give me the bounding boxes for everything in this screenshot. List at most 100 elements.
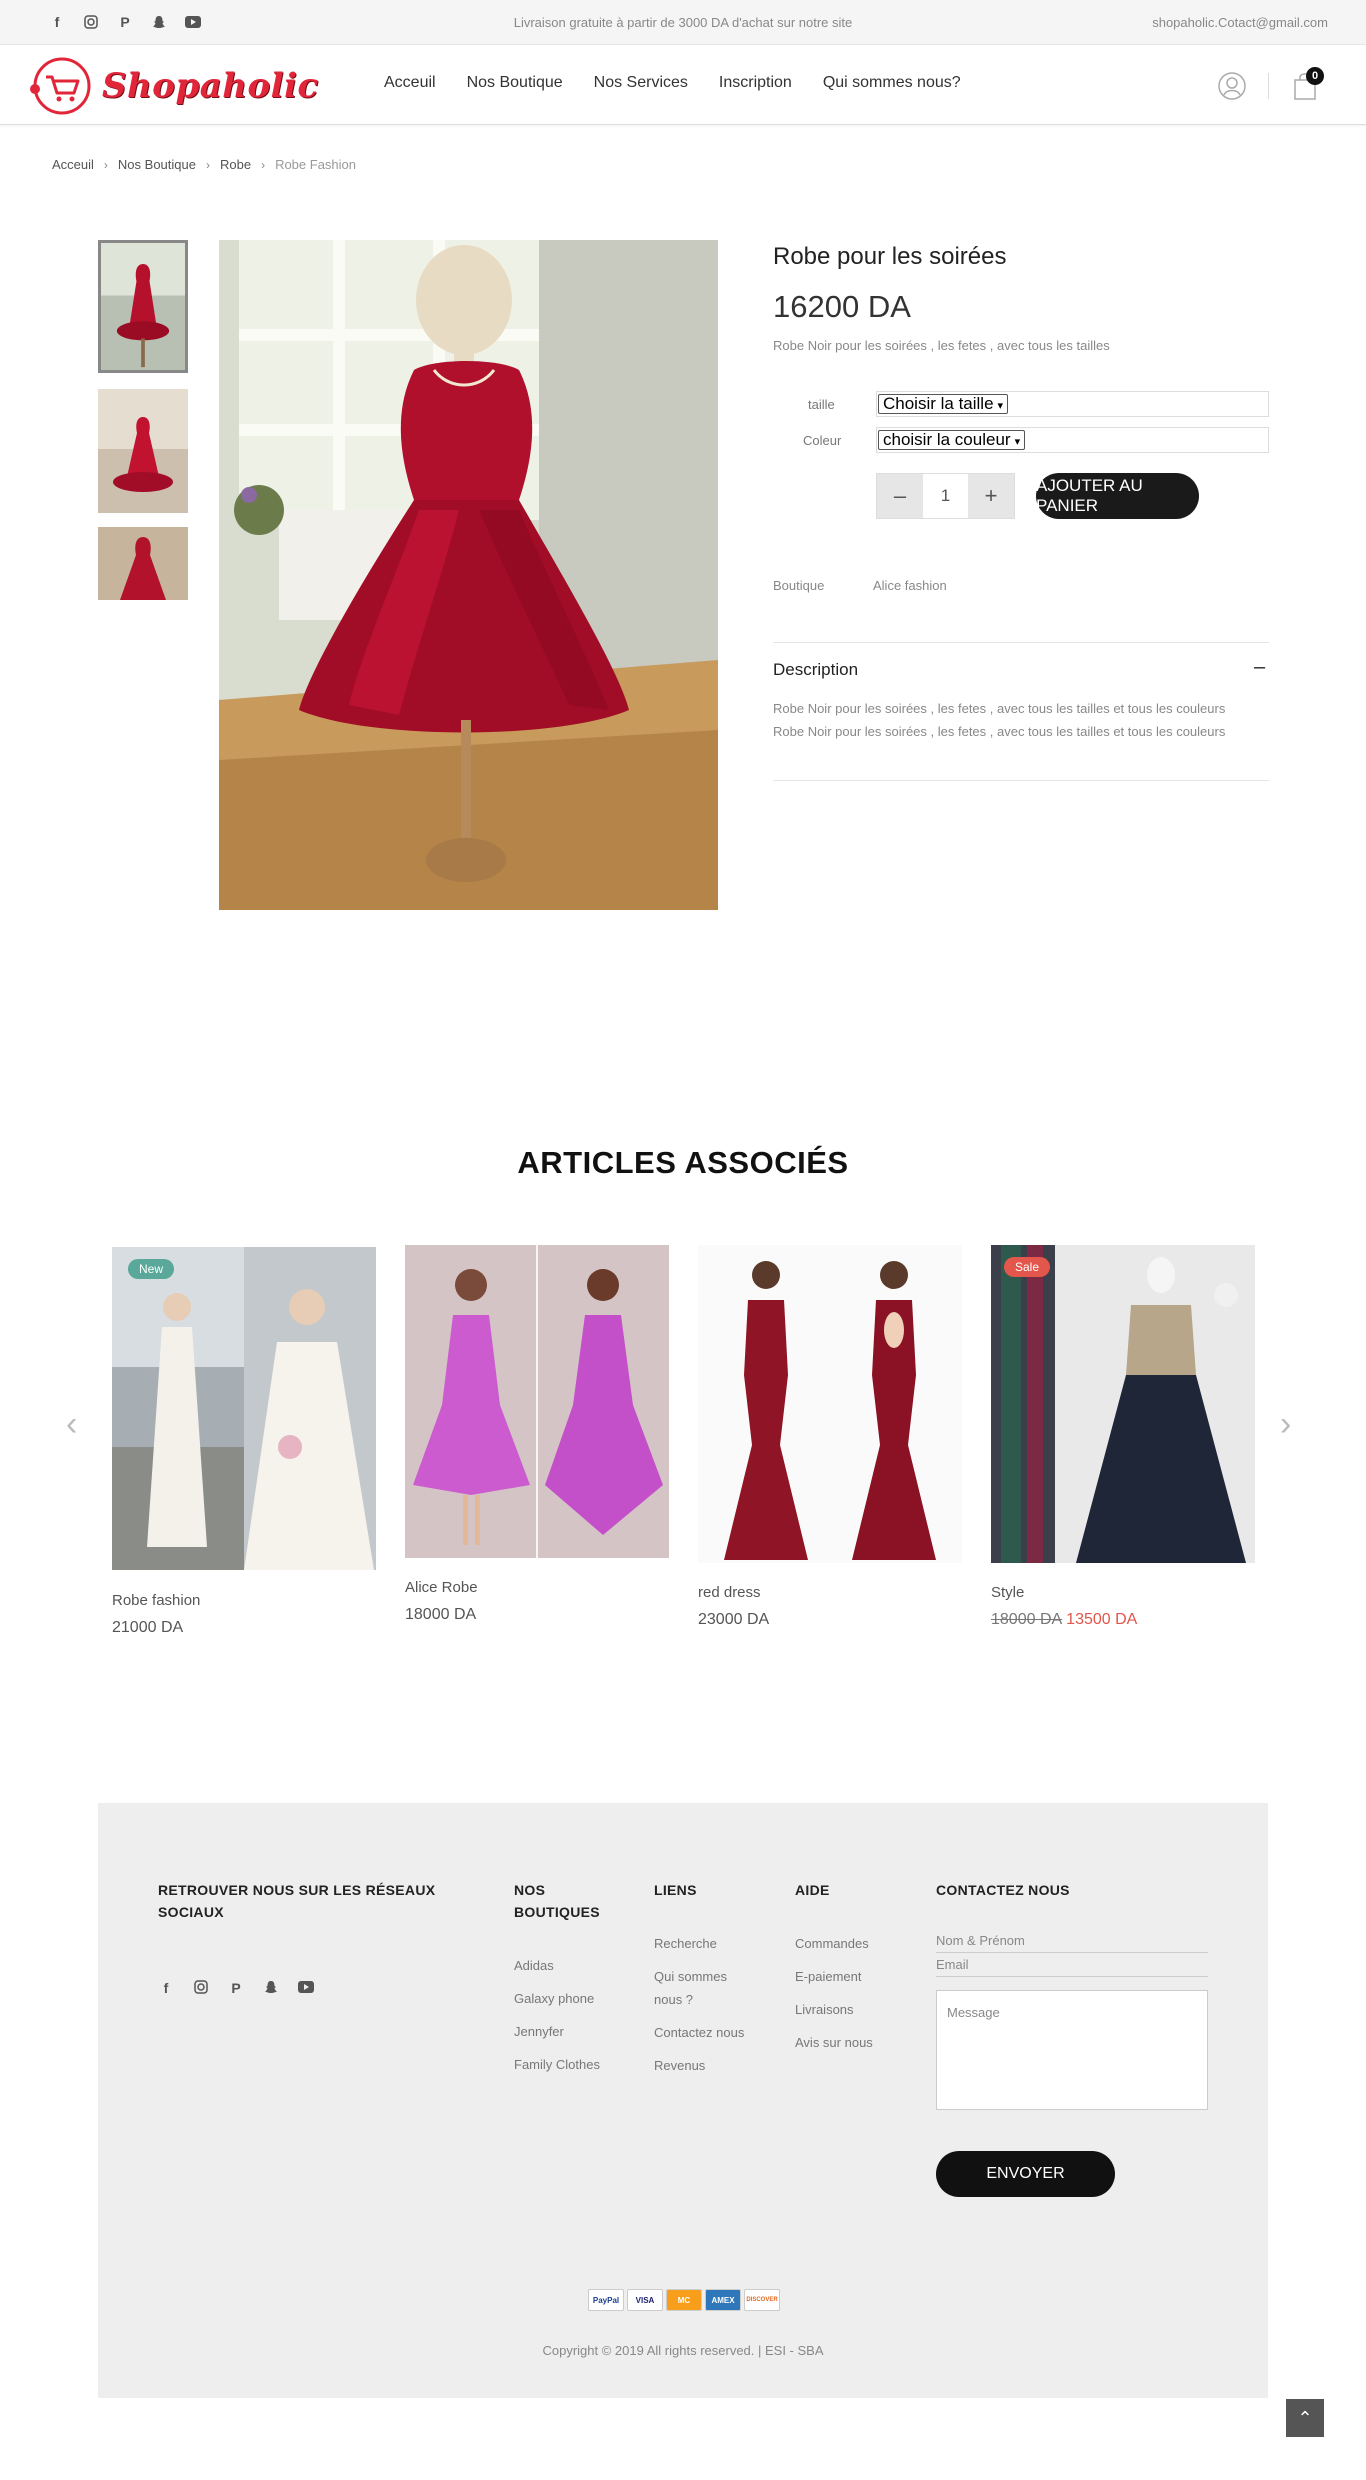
footer-social-title-line: SOCIAUX [158,1904,224,1920]
related-item-price: 21000 DA [112,1619,183,1637]
footer-shop-link[interactable]: Family Clothes [514,2054,600,2076]
related-item-image[interactable] [112,1247,376,1570]
footer-social-links: f P [158,1980,314,1997]
sale-badge: Sale [1004,1257,1051,1277]
footer-link[interactable]: Revenus [654,2055,705,2077]
chevron-right-icon: › [261,157,266,172]
footer-link[interactable]: Qui sommes [654,1966,727,1988]
related-item-image[interactable] [405,1245,669,1558]
old-price: 18000 DA [991,1611,1063,1628]
related-item-name[interactable]: Robe fashion [112,1592,200,1609]
footer-link[interactable]: Contactez nous [654,2022,744,2044]
related-item-image[interactable] [991,1245,1255,1563]
breadcrumb-current: Robe Fashion [275,157,357,172]
product-main-image[interactable] [219,240,718,910]
main-header: Shopaholic Acceuil Nos Boutique Nos Serv… [0,45,1366,125]
related-item-price: 23000 DA [698,1611,769,1629]
collapse-icon[interactable]: – [1254,656,1265,679]
chevron-left-icon[interactable]: ‹ [66,1405,77,1444]
nav-qui-sommes-nous[interactable]: Qui sommes nous? [823,74,961,92]
footer-shops-title: NOS BOUTIQUES [514,1879,600,1923]
chevron-right-icon: › [103,157,108,172]
related-item-price-value: 23000 DA [698,1611,770,1628]
description-top-divider [773,642,1269,643]
payment-methods: PayPal VISA MC AMEX DISCOVER [588,2289,780,2311]
nav-nos-services[interactable]: Nos Services [594,74,688,92]
nav-nos-boutique[interactable]: Nos Boutique [467,74,563,92]
youtube-icon[interactable] [298,1980,314,1997]
top-bar: f P Livraison gratuite à partir de 3000 … [0,0,1366,45]
size-field: Choisir la taille ▾ [876,391,1269,417]
related-item-price: 18000 DA [405,1606,476,1624]
user-icon[interactable] [1217,71,1247,101]
footer-shops-title-line: BOUTIQUES [514,1904,600,1920]
amex-icon: AMEX [705,2289,741,2311]
footer-shop-link[interactable]: Galaxy phone [514,1988,594,2010]
back-to-top-button[interactable]: ⌃ [1286,2399,1324,2437]
related-item-image[interactable] [698,1245,962,1563]
visa-icon: VISA [627,2289,663,2311]
related-item-name[interactable]: Style [991,1584,1024,1601]
related-item-name[interactable]: red dress [698,1584,761,1601]
footer-shop-link[interactable]: Adidas [514,1955,554,1977]
chevron-down-icon: ▾ [997,400,1004,412]
instagram-icon[interactable] [193,1980,209,1997]
footer-help-link[interactable]: E-paiement [795,1966,861,1988]
send-button[interactable]: ENVOYER [936,2151,1115,2197]
logo-text: Shopaholic [102,66,319,106]
email-field[interactable]: Email [936,1957,1208,1977]
footer-help-link[interactable]: Avis sur nous [795,2032,873,2054]
facebook-icon[interactable]: f [158,1980,174,1997]
contact-email[interactable]: shopaholic.Cotact@gmail.com [1152,15,1328,30]
footer: RETROUVER NOUS SUR LES RÉSEAUX SOCIAUX f… [98,1803,1268,2398]
discover-icon: DISCOVER [744,2289,780,2311]
color-select-value: choisir la couleur [883,430,1011,449]
main-nav: Acceuil Nos Boutique Nos Services Inscri… [384,74,961,92]
add-to-cart-button[interactable]: AJOUTER AU PANIER [1036,473,1199,519]
footer-link[interactable]: Recherche [654,1933,717,1955]
copyright: Copyright © 2019 All rights reserved. | … [542,2343,824,2358]
related-title: ARTICLES ASSOCIÉS [517,1145,849,1180]
color-select[interactable]: choisir la couleur ▾ [878,430,1026,450]
size-label: taille [808,397,835,412]
product-price: 16200 DA [773,289,911,324]
description-title[interactable]: Description [773,660,858,680]
footer-contact-title: CONTACTEZ NOUS [936,1882,1070,1898]
related-item-price: 18000 DA 13500 DA [991,1611,1137,1629]
breadcrumb-nos-boutique[interactable]: Nos Boutique [118,157,196,172]
message-field[interactable]: Message [936,1990,1208,2110]
pinterest-icon[interactable]: P [228,1980,244,1997]
breadcrumb-robe[interactable]: Robe [220,157,251,172]
quantity-stepper: – 1 + [876,473,1015,519]
quantity-value[interactable]: 1 [923,474,968,518]
sale-price: 13500 DA [1066,1611,1138,1628]
footer-help-link[interactable]: Livraisons [795,1999,854,2021]
mastercard-icon: MC [666,2289,702,2311]
shop-value[interactable]: Alice fashion [873,578,947,593]
related-item-name[interactable]: Alice Robe [405,1579,478,1596]
nav-inscription[interactable]: Inscription [719,74,792,92]
product-thumbnail-3[interactable] [98,527,188,600]
snapchat-icon[interactable] [263,1980,279,1997]
related-item-price-value: 21000 DA [112,1619,184,1636]
product-thumbnail-1[interactable] [98,240,188,373]
chevron-right-icon[interactable]: › [1280,1405,1291,1444]
size-select[interactable]: Choisir la taille ▾ [878,394,1009,414]
product-short-description: Robe Noir pour les soirées , les fetes ,… [773,338,1110,353]
product-thumbnail-2[interactable] [98,389,188,513]
footer-shop-link[interactable]: Jennyfer [514,2021,564,2043]
footer-links-title: LIENS [654,1882,697,1898]
footer-link[interactable]: nous ? [654,1989,693,2011]
footer-help-title: AIDE [795,1882,830,1898]
nav-acceuil[interactable]: Acceuil [384,74,436,92]
minus-button[interactable]: – [877,474,923,518]
breadcrumb: Acceuil › Nos Boutique › Robe › Robe Fas… [52,157,356,172]
name-field[interactable]: Nom & Prénom [936,1933,1208,1953]
logo[interactable]: Shopaholic [26,55,319,117]
plus-button[interactable]: + [968,474,1014,518]
breadcrumb-acceuil[interactable]: Acceuil [52,157,94,172]
color-label: Coleur [803,433,842,448]
description-line: Robe Noir pour les soirées , les fetes ,… [773,701,1226,716]
footer-help-link[interactable]: Commandes [795,1933,869,1955]
product-title: Robe pour les soirées [773,243,1007,270]
